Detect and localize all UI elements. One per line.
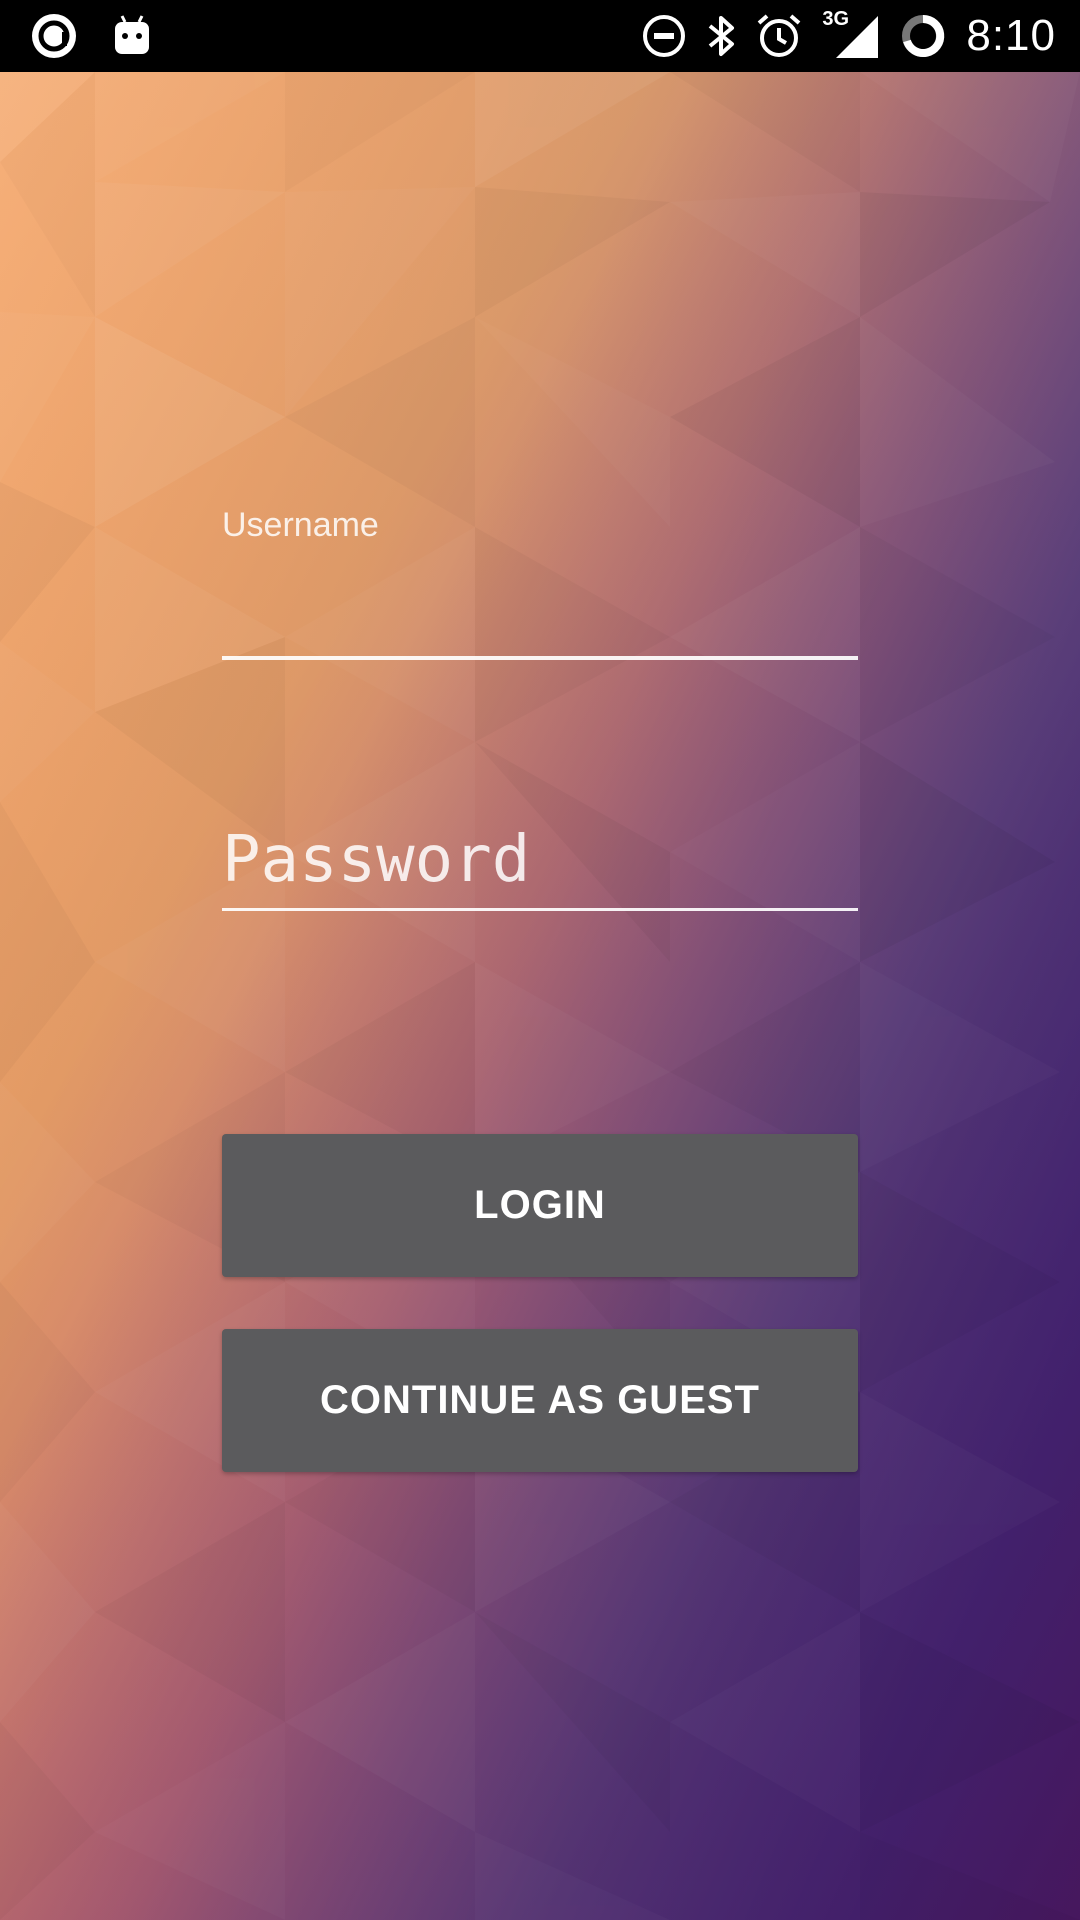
status-bar: 3G 8:10 bbox=[0, 0, 1080, 72]
low-poly-background bbox=[0, 72, 1080, 1920]
login-screen: 3G 8:10 Username LOGIN CONTINUE AS GUEST bbox=[0, 0, 1080, 1920]
clock-time: 8:10 bbox=[966, 11, 1056, 60]
app-circle-icon bbox=[30, 12, 78, 60]
password-field[interactable] bbox=[222, 822, 858, 898]
login-button[interactable]: LOGIN bbox=[222, 1134, 858, 1277]
battery-ring-icon bbox=[900, 13, 946, 59]
username-underline bbox=[222, 656, 858, 660]
continue-as-guest-button[interactable]: CONTINUE AS GUEST bbox=[222, 1329, 858, 1472]
password-underline bbox=[222, 908, 858, 911]
username-field[interactable] bbox=[222, 552, 858, 606]
bluetooth-icon bbox=[706, 13, 736, 59]
android-robot-icon bbox=[112, 14, 152, 58]
username-label: Username bbox=[222, 506, 379, 544]
signal-3g-icon: 3G bbox=[822, 8, 880, 60]
do-not-disturb-icon bbox=[642, 14, 686, 58]
alarm-icon bbox=[756, 13, 802, 59]
